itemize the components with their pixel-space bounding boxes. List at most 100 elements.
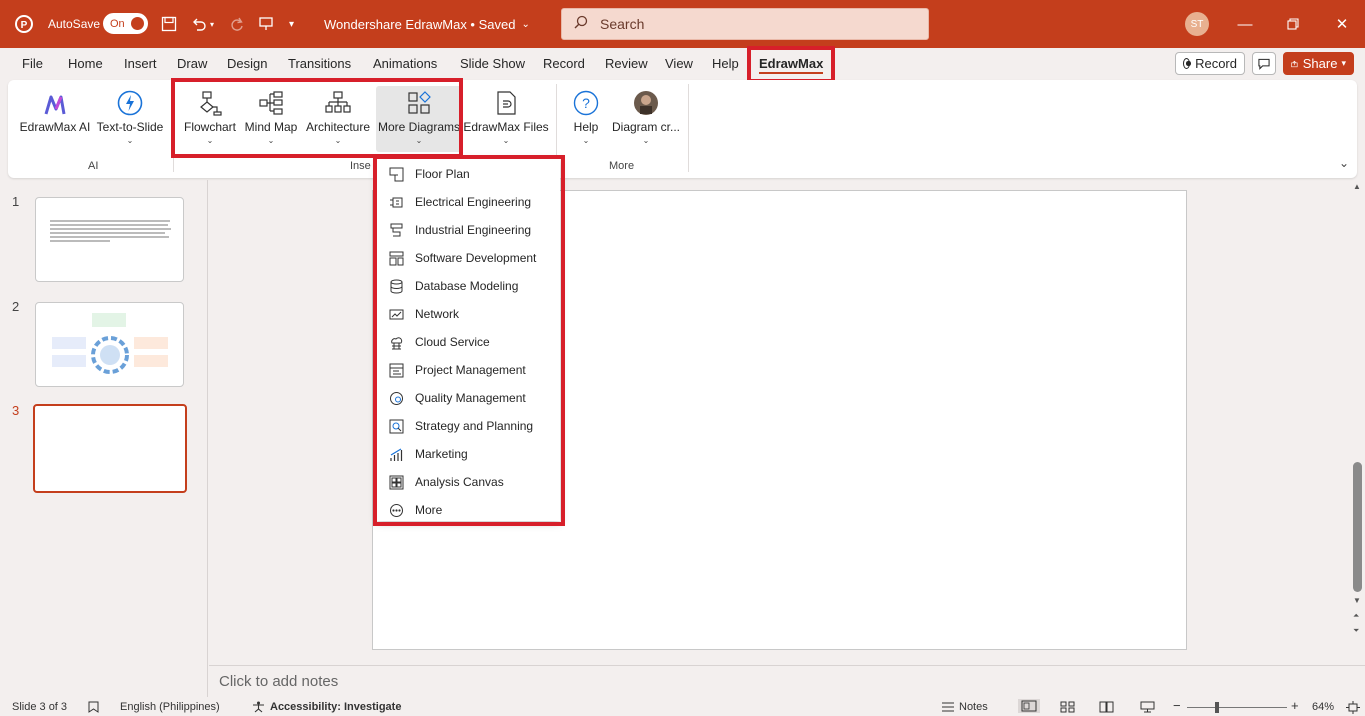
reading-view-icon[interactable] <box>1099 701 1114 713</box>
present-icon[interactable] <box>255 0 277 48</box>
chevron-down-icon: ⌄ <box>582 136 590 145</box>
search-placeholder: Search <box>600 16 645 32</box>
more-diagrams-button[interactable]: More Diagrams ⌄ <box>376 86 462 152</box>
notes-pane[interactable]: Click to add notes <box>209 665 1365 696</box>
language-status[interactable]: English (Philippines) <box>120 701 220 713</box>
comment-icon <box>1258 58 1270 70</box>
edrawmax-files-label: EdrawMax Files <box>463 120 549 134</box>
tab-file[interactable]: File <box>22 48 43 78</box>
tab-record[interactable]: Record <box>543 48 585 78</box>
mind-map-button[interactable]: Mind Map ⌄ <box>241 86 301 152</box>
fit-to-window-icon[interactable] <box>1346 701 1360 714</box>
scroll-up-icon[interactable]: ▲ <box>1353 182 1361 191</box>
zoom-slider-thumb[interactable] <box>1215 702 1219 713</box>
slide-sorter-icon[interactable] <box>1060 701 1075 713</box>
tab-help[interactable]: Help <box>712 48 739 78</box>
restore-icon[interactable] <box>1270 0 1316 48</box>
architecture-label: Architecture <box>305 120 371 134</box>
menu-item-floor-plan[interactable]: Floor Plan <box>377 160 560 188</box>
zoom-in-icon[interactable]: + <box>1291 698 1299 713</box>
menu-item-cloud-service[interactable]: Cloud Service <box>377 328 560 356</box>
spellcheck-icon[interactable] <box>88 701 101 713</box>
notes-icon <box>942 702 954 712</box>
undo-dropdown-icon[interactable]: ▾ <box>210 0 214 48</box>
minimize-icon[interactable]: — <box>1222 0 1268 48</box>
normal-view-icon[interactable] <box>1018 699 1040 713</box>
menu-item-network[interactable]: Network <box>377 300 560 328</box>
share-label: Share <box>1302 56 1338 71</box>
menu-item-strategy-and-planning[interactable]: Strategy and Planning <box>377 412 560 440</box>
slideshow-icon[interactable] <box>1140 701 1155 713</box>
collapse-ribbon-icon[interactable]: ⌄ <box>1339 156 1349 170</box>
tab-insert[interactable]: Insert <box>124 48 157 78</box>
edrawmax-files-button[interactable]: EdrawMax Files ⌄ <box>463 86 549 152</box>
chevron-down-icon: ⌄ <box>502 136 510 145</box>
tab-slide-show[interactable]: Slide Show <box>460 48 525 78</box>
redo-icon[interactable] <box>226 0 248 48</box>
analysis-icon <box>377 475 415 490</box>
slide-thumbnail-1[interactable] <box>35 197 184 282</box>
accessibility-status[interactable]: Accessibility: Investigate <box>270 701 401 713</box>
group-label-more: More <box>609 160 635 172</box>
tab-home[interactable]: Home <box>68 48 103 78</box>
architecture-button[interactable]: Architecture ⌄ <box>304 86 372 152</box>
menu-item-marketing[interactable]: Marketing <box>377 440 560 468</box>
text-to-slide-button[interactable]: Text-to-Slide ⌄ <box>94 86 166 152</box>
flowchart-button[interactable]: Flowchart ⌄ <box>176 86 244 152</box>
share-button[interactable]: Share ▾ <box>1283 52 1354 75</box>
pane-splitter[interactable] <box>207 180 208 697</box>
help-icon: ? <box>573 86 599 120</box>
accessibility-icon[interactable] <box>252 701 265 713</box>
tab-design[interactable]: Design <box>227 48 267 78</box>
zoom-out-icon[interactable]: − <box>1173 698 1181 713</box>
search-input[interactable]: Search <box>561 8 929 40</box>
menu-item-database-modeling[interactable]: Database Modeling <box>377 272 560 300</box>
tab-transitions[interactable]: Transitions <box>288 48 351 78</box>
menu-item-more[interactable]: More <box>377 496 560 524</box>
save-icon[interactable] <box>158 0 180 48</box>
menu-item-project-management[interactable]: Project Management <box>377 356 560 384</box>
menu-item-label: Software Development <box>415 251 537 265</box>
comments-button[interactable] <box>1252 52 1276 75</box>
edrawmax-ai-label: EdrawMax AI <box>19 120 91 134</box>
tab-view[interactable]: View <box>665 48 693 78</box>
menu-item-analysis-canvas[interactable]: Analysis Canvas <box>377 468 560 496</box>
more-diagrams-dropdown: Floor Plan Electrical Engineering Indust… <box>377 159 560 521</box>
zoom-level[interactable]: 64% <box>1312 701 1334 713</box>
menu-item-label: More <box>415 503 443 517</box>
autosave-toggle[interactable]: On <box>103 13 148 34</box>
help-button[interactable]: ? Help ⌄ <box>566 86 606 152</box>
zoom-slider-track[interactable] <box>1187 707 1287 708</box>
customize-toolbar-icon[interactable]: ▾ <box>289 0 294 48</box>
tab-edrawmax[interactable]: EdrawMax <box>759 48 824 78</box>
vertical-scrollbar[interactable]: ▲ ▼ ⏶ ⏷ <box>1350 180 1365 642</box>
text-line <box>50 228 171 230</box>
record-button[interactable]: Record <box>1175 52 1245 75</box>
menu-item-electrical-engineering[interactable]: Electrical Engineering <box>377 188 560 216</box>
tab-review[interactable]: Review <box>605 48 648 78</box>
close-icon[interactable]: ✕ <box>1319 0 1365 48</box>
diagram-creator-button[interactable]: Diagram cr... ⌄ <box>608 86 684 152</box>
document-title[interactable]: Wondershare EdrawMax • Saved ⌄ <box>324 0 530 48</box>
powerpoint-logo-icon: P <box>12 0 36 48</box>
database-icon <box>377 279 415 294</box>
menu-item-software-development[interactable]: Software Development <box>377 244 560 272</box>
scrollbar-thumb[interactable] <box>1353 462 1362 592</box>
slide-thumbnail-2[interactable] <box>35 302 184 387</box>
notes-label: Notes <box>959 701 988 713</box>
chevron-down-icon: ▾ <box>1341 58 1346 68</box>
industrial-icon <box>377 223 415 238</box>
notes-toggle[interactable]: Notes <box>941 701 988 713</box>
tab-draw[interactable]: Draw <box>177 48 207 78</box>
avatar[interactable]: ST <box>1185 12 1209 36</box>
menu-item-quality-management[interactable]: Quality Management <box>377 384 560 412</box>
menu-item-industrial-engineering[interactable]: Industrial Engineering <box>377 216 560 244</box>
edrawmax-ai-button[interactable]: EdrawMax AI <box>18 86 92 152</box>
next-slide-icon[interactable]: ⏷ <box>1353 626 1359 636</box>
undo-icon[interactable] <box>188 0 210 48</box>
group-separator <box>173 84 174 172</box>
previous-slide-icon[interactable]: ⏶ <box>1353 611 1359 621</box>
tab-animations[interactable]: Animations <box>373 48 437 78</box>
scroll-down-icon[interactable]: ▼ <box>1353 596 1361 605</box>
slide-thumbnail-3[interactable] <box>33 404 187 493</box>
